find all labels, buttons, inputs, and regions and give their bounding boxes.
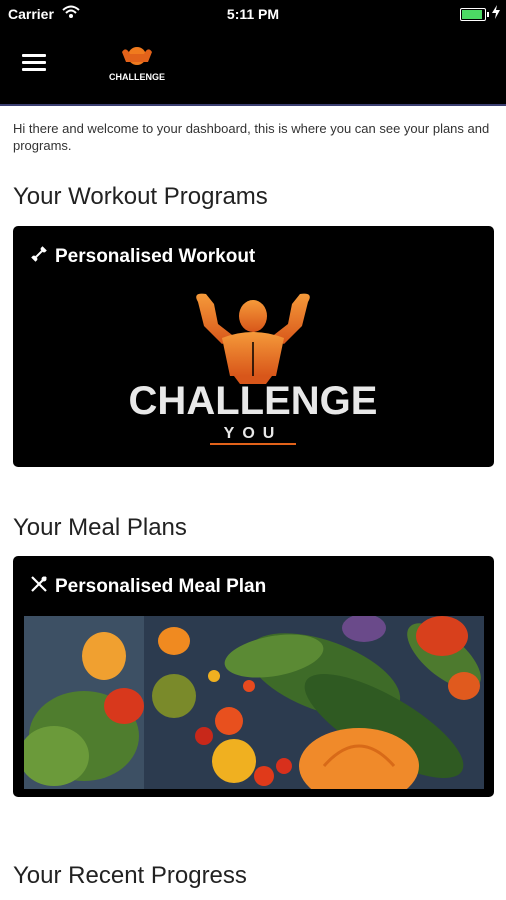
app-logo: CHALLENGE (109, 47, 165, 82)
meal-section-title: Your Meal Plans (13, 514, 187, 541)
battery-icon (460, 8, 489, 21)
meal-card-title: Personalised Meal Plan (29, 574, 266, 600)
logo-word: CHALLENGE (129, 379, 378, 423)
workout-section-title: Your Workout Programs (13, 183, 268, 210)
personalised-meal-plan-card[interactable]: Personalised Meal Plan (13, 556, 494, 797)
status-bar: Carrier 5:11 PM (0, 0, 506, 28)
logo-sub: YOU (224, 425, 283, 442)
intro-text: Hi there and welcome to your dashboard, … (13, 121, 490, 153)
dumbbell-icon (29, 244, 49, 270)
svg-text:CHALLENGE: CHALLENGE (109, 72, 165, 82)
nav-bar: CHALLENGE (0, 28, 506, 106)
clock: 5:11 PM (226, 6, 280, 22)
workout-card-title: Personalised Workout (29, 244, 255, 270)
meal-card-label: Personalised Meal Plan (55, 576, 267, 597)
progress-section-title: Your Recent Progress (13, 862, 247, 889)
hamburger-icon[interactable] (22, 54, 46, 72)
vegetables-image (24, 616, 484, 789)
challenge-you-logo: CHALLENGE YOU (129, 293, 378, 445)
personalised-workout-card[interactable]: Personalised Workout CHALLENGE YOU (13, 226, 494, 467)
utensils-icon (29, 574, 49, 600)
workout-card-label: Personalised Workout (55, 246, 256, 267)
charging-icon (492, 5, 500, 19)
